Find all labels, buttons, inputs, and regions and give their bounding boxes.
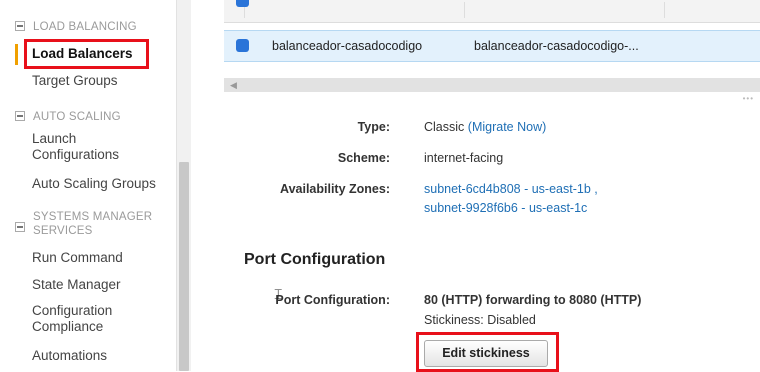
lb-name-cell: balanceador-casadocodigo — [272, 39, 423, 53]
sidebar-item-run-command[interactable]: Run Command — [32, 250, 123, 266]
port-configuration-label: Port Configuration: — [275, 293, 390, 307]
collapse-icon[interactable] — [15, 111, 25, 121]
zone-link-2[interactable]: subnet-9928f6b6 - us-east-1c — [424, 201, 587, 215]
section-load-balancing[interactable]: LOAD BALANCING — [15, 20, 137, 34]
highlight-box-load-balancers — [24, 39, 149, 69]
sidebar-item-state-manager[interactable]: State Manager — [32, 277, 121, 293]
text-cursor-icon: ⌶ — [274, 287, 283, 303]
select-all-checkbox[interactable] — [236, 0, 249, 7]
section-title: AUTO SCALING — [33, 111, 121, 123]
lb-dns-cell: balanceador-casadocodigo-... — [474, 39, 639, 53]
sidebar-item-launch-configurations[interactable]: Launch Configurations — [32, 131, 152, 163]
section-title: LOAD BALANCING — [33, 21, 137, 33]
scroll-left-arrow-icon[interactable]: ◀ — [230, 80, 237, 91]
table-row[interactable]: balanceador-casadocodigo balanceador-cas… — [224, 30, 760, 62]
port-configuration-heading: Port Configuration — [244, 251, 386, 268]
sidebar-item-configuration-compliance[interactable]: Configuration Compliance — [32, 303, 142, 335]
table-header — [224, 0, 760, 23]
zone-link-1[interactable]: subnet-6cd4b808 - us-east-1b , — [424, 182, 598, 196]
scheme-label: Scheme: — [337, 151, 390, 165]
migrate-now-link[interactable]: (Migrate Now) — [468, 120, 547, 134]
horizontal-scrollbar[interactable]: ◀ — [224, 78, 760, 92]
sidebar-scrollbar-thumb[interactable] — [179, 162, 189, 371]
collapse-icon[interactable] — [15, 222, 25, 232]
type-label: Type: — [357, 120, 390, 134]
type-value-row: Classic (Migrate Now) — [424, 120, 546, 134]
stickiness-status: Stickiness: Disabled — [424, 313, 536, 327]
availability-zones-label: Availability Zones: — [280, 182, 390, 196]
port-forwarding-value: 80 (HTTP) forwarding to 8080 (HTTP) — [424, 293, 642, 307]
sidebar-nav: LOAD BALANCING Load Balancers Target Gro… — [0, 0, 176, 371]
sidebar-item-automations[interactable]: Automations — [32, 348, 107, 364]
section-title: SYSTEMS MANAGER SERVICES — [33, 211, 153, 237]
active-item-marker — [15, 44, 18, 65]
scheme-value: internet-facing — [424, 151, 504, 165]
type-value: Classic — [424, 120, 465, 134]
highlight-box-edit-stickiness — [416, 332, 559, 372]
sidebar-scrollbar[interactable] — [176, 0, 191, 371]
section-systems-manager[interactable]: SYSTEMS MANAGER SERVICES — [15, 210, 165, 238]
resize-handle-icon[interactable]: ••• — [743, 94, 754, 103]
collapse-icon[interactable] — [15, 21, 25, 31]
sidebar-item-auto-scaling-groups[interactable]: Auto Scaling Groups — [32, 176, 156, 192]
row-checkbox[interactable] — [236, 39, 249, 52]
section-auto-scaling[interactable]: AUTO SCALING — [15, 110, 121, 124]
sidebar-item-target-groups[interactable]: Target Groups — [32, 73, 118, 89]
